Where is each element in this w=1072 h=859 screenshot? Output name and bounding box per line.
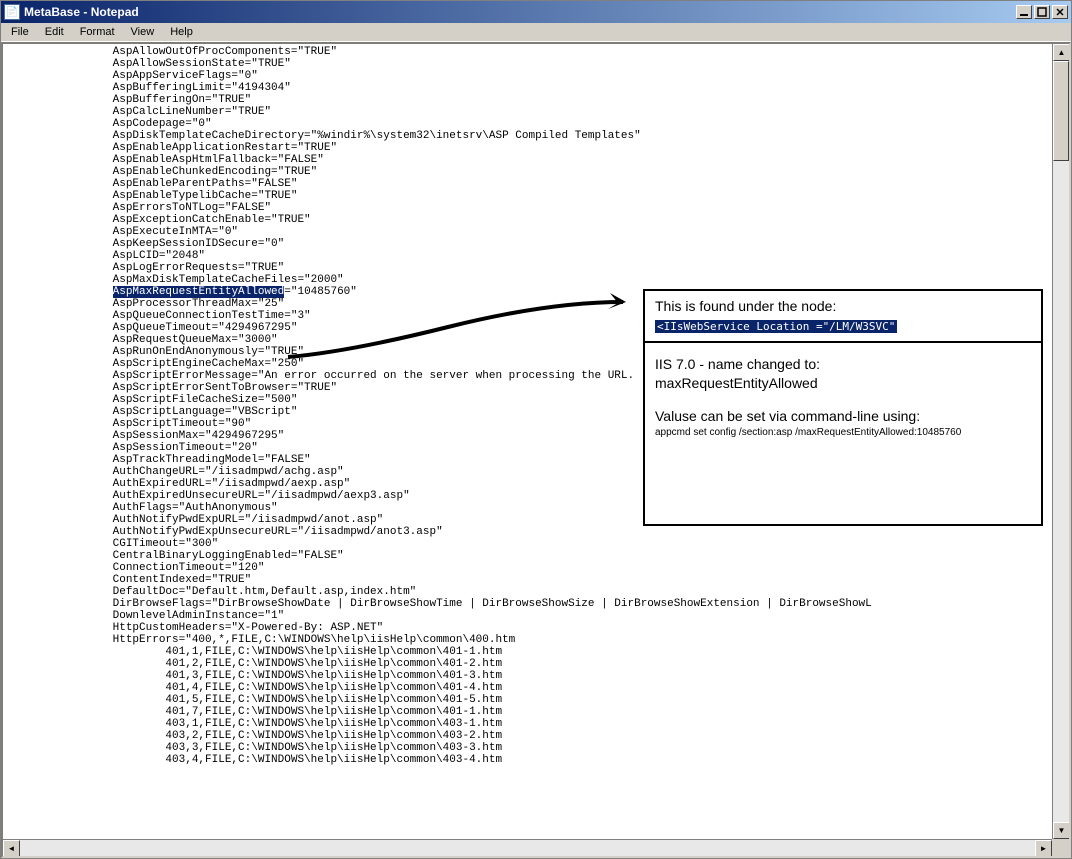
callout2-line1: IIS 7.0 - name changed to: <box>655 355 1031 374</box>
notepad-window: 📄 MetaBase - Notepad File Edit Format Vi… <box>0 0 1072 859</box>
callout2-line2: maxRequestEntityAllowed <box>655 374 1031 393</box>
callout2-command: appcmd set config /section:asp /maxReque… <box>655 426 1031 440</box>
content-area: AspAllowOutOfProcComponents="TRUE" AspAl… <box>1 42 1071 858</box>
vertical-scrollbar[interactable]: ▲ ▼ <box>1052 44 1069 839</box>
menu-help[interactable]: Help <box>162 24 201 40</box>
menu-edit[interactable]: Edit <box>37 24 72 40</box>
menubar: File Edit Format View Help <box>1 23 1071 42</box>
scroll-corner <box>1052 839 1069 856</box>
app-icon: 📄 <box>4 4 20 20</box>
menu-view[interactable]: View <box>123 24 163 40</box>
scroll-up-button[interactable]: ▲ <box>1053 44 1070 61</box>
callout2-line3: Valuse can be set via command-line using… <box>655 407 1031 426</box>
titlebar[interactable]: 📄 MetaBase - Notepad <box>1 1 1071 23</box>
window-controls <box>1016 5 1068 19</box>
scroll-thumb-v[interactable] <box>1053 61 1069 161</box>
maximize-button[interactable] <box>1034 5 1050 19</box>
scroll-right-button[interactable]: ► <box>1035 840 1052 857</box>
highlighted-selection: AspMaxRequestEntityAllowed <box>113 286 285 298</box>
close-button[interactable] <box>1052 5 1068 19</box>
scroll-track-v[interactable] <box>1053 61 1069 822</box>
minimize-button[interactable] <box>1016 5 1032 19</box>
scroll-track-h[interactable] <box>20 840 1035 856</box>
callout1-highlight: <IIsWebService Location ="/LM/W3SVC" <box>655 320 897 333</box>
window-title: MetaBase - Notepad <box>24 5 1016 19</box>
menu-format[interactable]: Format <box>72 24 123 40</box>
menu-file[interactable]: File <box>3 24 37 40</box>
callout-iis7-info: IIS 7.0 - name changed to: maxRequestEnt… <box>643 341 1043 526</box>
scroll-left-button[interactable]: ◄ <box>3 840 20 857</box>
callout-node-location: This is found under the node: <IIsWebSer… <box>643 289 1043 343</box>
horizontal-scrollbar[interactable]: ◄ ► <box>3 839 1052 856</box>
scroll-down-button[interactable]: ▼ <box>1053 822 1070 839</box>
callout1-line1: This is found under the node: <box>655 297 1031 316</box>
